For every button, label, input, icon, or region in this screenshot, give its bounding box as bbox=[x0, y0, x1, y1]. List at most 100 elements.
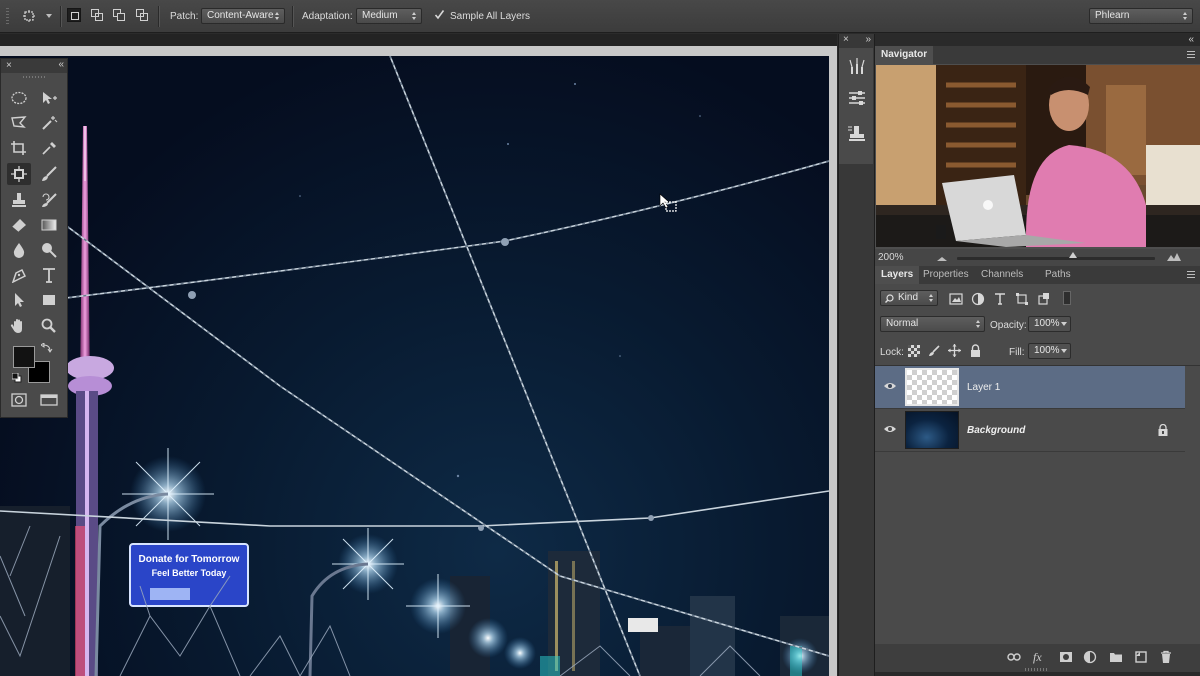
checkmark-icon bbox=[434, 10, 445, 20]
expand-icon[interactable]: » bbox=[865, 34, 871, 45]
add-mask-icon[interactable] bbox=[1059, 650, 1073, 664]
zoom-out-icon[interactable] bbox=[937, 254, 947, 262]
layer-row-layer-1[interactable]: Layer 1 bbox=[875, 366, 1185, 409]
tool-brush[interactable] bbox=[37, 163, 61, 185]
close-icon[interactable]: × bbox=[843, 34, 849, 45]
collapse-icon[interactable]: « bbox=[58, 59, 63, 70]
tool-history-brush[interactable] bbox=[37, 189, 61, 211]
tool-quick-mask[interactable] bbox=[7, 389, 31, 411]
new-group-icon[interactable] bbox=[1109, 650, 1123, 664]
zoom-slider[interactable] bbox=[957, 257, 1155, 260]
patch-mode-value: Content-Aware bbox=[207, 10, 274, 21]
tool-patch[interactable] bbox=[7, 163, 31, 185]
document-canvas[interactable]: Donate for Tomorrow Feel Better Today bbox=[0, 56, 829, 676]
lock-image-pixels-icon[interactable] bbox=[928, 345, 940, 357]
patch-mode-dropdown[interactable]: Content-Aware bbox=[201, 8, 285, 24]
tool-polygonal-lasso[interactable] bbox=[7, 112, 31, 134]
default-colors-icon[interactable] bbox=[12, 373, 22, 383]
tool-path-selection[interactable] bbox=[7, 289, 31, 311]
tab-navigator[interactable]: Navigator bbox=[875, 46, 934, 64]
tool-blur[interactable] bbox=[7, 239, 31, 261]
layer-name[interactable]: Background bbox=[967, 425, 1025, 436]
pen-icon bbox=[11, 268, 27, 283]
visibility-eye-icon[interactable] bbox=[884, 381, 896, 391]
panel-resize-grip[interactable] bbox=[1025, 668, 1049, 671]
layer-styles-fx-icon[interactable]: fx bbox=[1033, 650, 1049, 664]
tool-elliptical-marquee[interactable] bbox=[7, 87, 31, 109]
new-layer-icon[interactable] bbox=[1134, 650, 1148, 664]
tool-hand[interactable] bbox=[7, 315, 31, 337]
panel-grip[interactable] bbox=[23, 76, 45, 78]
new-selection-button[interactable] bbox=[67, 8, 81, 22]
blend-mode-value: Normal bbox=[886, 318, 919, 329]
tools-panel-header: × « bbox=[1, 59, 67, 73]
adaptation-dropdown[interactable]: Medium bbox=[356, 8, 422, 24]
intersect-selection-button[interactable] bbox=[135, 8, 149, 22]
tab-properties[interactable]: Properties bbox=[917, 266, 975, 284]
collapse-icon[interactable]: « bbox=[1188, 34, 1194, 45]
foreground-color-swatch[interactable] bbox=[13, 346, 35, 368]
filter-adjustment-layers-icon[interactable] bbox=[971, 292, 985, 306]
tool-zoom[interactable] bbox=[37, 315, 61, 337]
tool-type[interactable] bbox=[37, 264, 61, 286]
close-icon[interactable]: × bbox=[6, 60, 12, 71]
visibility-eye-icon[interactable] bbox=[884, 424, 896, 434]
adjustments-icon[interactable] bbox=[847, 88, 867, 108]
tool-preset-picker[interactable] bbox=[20, 7, 52, 25]
dodge-icon bbox=[42, 243, 57, 258]
clone-source-icon[interactable] bbox=[847, 124, 867, 144]
workspace-switcher[interactable]: Phlearn bbox=[1089, 8, 1193, 24]
tool-dodge[interactable] bbox=[37, 239, 61, 261]
filter-smart-objects-icon[interactable] bbox=[1037, 292, 1051, 306]
zoom-icon bbox=[41, 318, 56, 333]
tool-eyedropper[interactable] bbox=[37, 137, 61, 159]
tab-layers[interactable]: Layers bbox=[875, 266, 920, 284]
filter-shape-layers-icon[interactable] bbox=[1015, 292, 1029, 306]
tool-screen-mode[interactable] bbox=[37, 389, 61, 411]
tool-pen[interactable] bbox=[7, 264, 31, 286]
layer-thumbnail bbox=[905, 368, 959, 406]
tool-gradient[interactable] bbox=[37, 214, 61, 236]
adaptation-value: Medium bbox=[362, 10, 398, 21]
tab-channels[interactable]: Channels bbox=[975, 266, 1029, 284]
tool-crop[interactable] bbox=[7, 137, 31, 159]
layer-thumbnail bbox=[905, 411, 959, 449]
add-to-selection-button[interactable] bbox=[90, 8, 104, 22]
zoom-in-icon[interactable] bbox=[1167, 252, 1181, 262]
opacity-value: 100% bbox=[1034, 318, 1060, 329]
new-adjustment-layer-icon[interactable] bbox=[1083, 650, 1097, 664]
hand-icon bbox=[10, 319, 22, 333]
filter-type-layers-icon[interactable] bbox=[993, 292, 1007, 306]
tool-move[interactable] bbox=[37, 87, 61, 109]
zoom-slider-knob[interactable] bbox=[1069, 252, 1077, 258]
delete-layer-icon[interactable] bbox=[1159, 650, 1173, 664]
fill-field[interactable]: 100% bbox=[1028, 343, 1071, 359]
subtract-from-selection-button[interactable] bbox=[112, 8, 126, 22]
layer-filter-dropdown[interactable]: Kind bbox=[880, 290, 938, 306]
blend-mode-dropdown[interactable]: Normal bbox=[880, 316, 985, 332]
navigator-preview[interactable] bbox=[876, 65, 1200, 247]
selection-lines-dashes bbox=[0, 56, 829, 676]
link-layers-icon[interactable] bbox=[1007, 650, 1021, 664]
tool-eraser[interactable] bbox=[7, 214, 31, 236]
brush-presets-icon[interactable] bbox=[847, 56, 867, 76]
swap-colors-icon[interactable] bbox=[41, 343, 53, 353]
options-bar-grip[interactable] bbox=[6, 8, 9, 24]
filter-pixel-layers-icon[interactable] bbox=[949, 292, 963, 306]
lock-all-icon[interactable] bbox=[970, 344, 981, 357]
filter-toggle[interactable] bbox=[1063, 291, 1071, 305]
tool-clone-stamp[interactable] bbox=[7, 189, 31, 211]
tab-paths[interactable]: Paths bbox=[1039, 266, 1077, 284]
lock-transparent-pixels-icon[interactable] bbox=[908, 345, 920, 357]
blur-icon bbox=[13, 243, 25, 258]
panel-menu-icon[interactable] bbox=[1187, 51, 1195, 59]
panel-menu-icon[interactable] bbox=[1187, 271, 1195, 279]
sample-all-layers-checkbox[interactable] bbox=[434, 10, 445, 20]
tool-magic-wand[interactable] bbox=[37, 112, 61, 134]
layer-row-background[interactable]: Background bbox=[875, 409, 1185, 452]
layer-name[interactable]: Layer 1 bbox=[967, 382, 1000, 393]
tool-rectangle[interactable] bbox=[37, 289, 61, 311]
lock-position-icon[interactable] bbox=[948, 344, 961, 357]
opacity-field[interactable]: 100% bbox=[1028, 316, 1071, 332]
zoom-value[interactable]: 200% bbox=[878, 252, 904, 263]
